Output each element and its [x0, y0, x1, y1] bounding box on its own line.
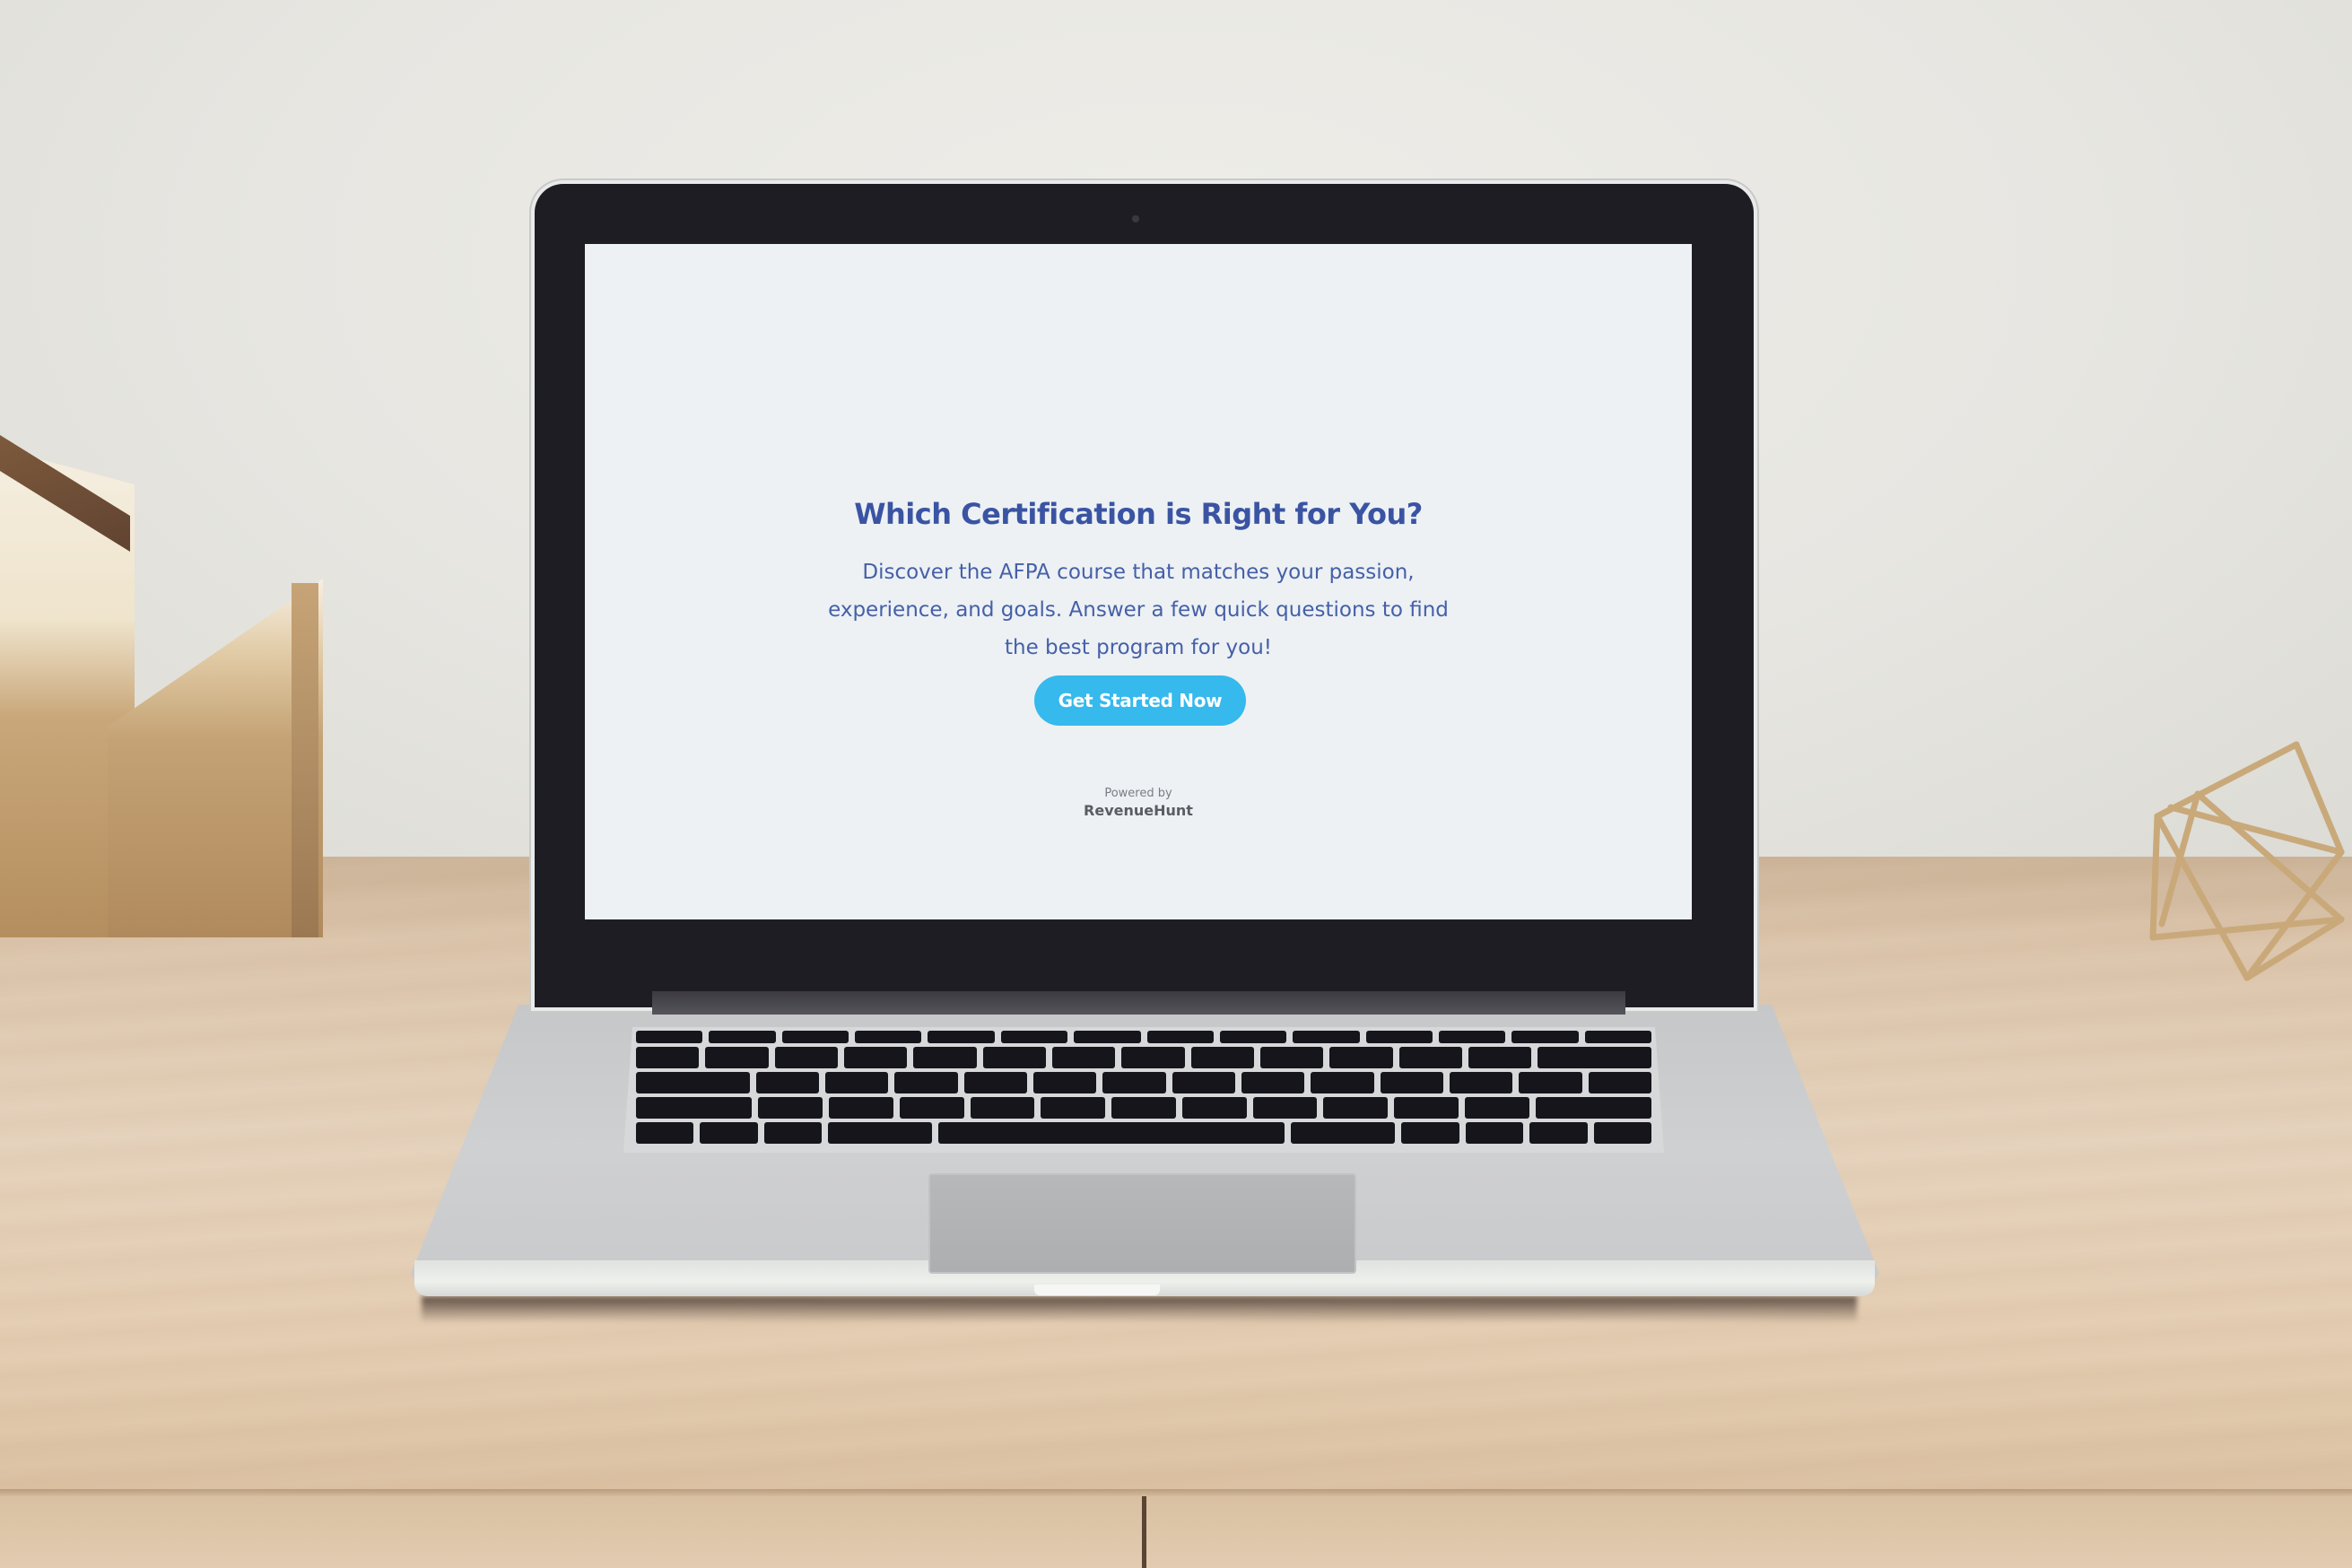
keyboard-qwerty-row — [623, 1072, 1664, 1093]
laptop-shadow — [422, 1296, 1857, 1323]
desk-seam — [1142, 1496, 1146, 1568]
keyboard-bottom-rows — [623, 1122, 1664, 1149]
laptop-lid-notch — [1034, 1285, 1160, 1295]
keyboard-home-row — [623, 1097, 1664, 1119]
geometric-gold-ornament — [2149, 741, 2345, 981]
get-started-button[interactable]: Get Started Now — [1034, 675, 1246, 726]
desk-front-panel — [0, 1496, 2352, 1568]
keyboard-function-row — [623, 1031, 1664, 1043]
quiz-title: Which Certification is Right for You? — [854, 497, 1423, 531]
laptop-keyboard — [623, 1027, 1664, 1153]
keyboard-number-row — [623, 1047, 1664, 1068]
laptop-trackpad — [928, 1173, 1356, 1274]
quiz-landing: Which Certification is Right for You? Di… — [585, 244, 1692, 919]
photo-scene: Which Certification is Right for You? Di… — [0, 0, 2352, 1568]
revenuehunt-link[interactable]: RevenueHunt — [585, 802, 1692, 819]
powered-by-label: Powered by — [1104, 787, 1172, 800]
laptop-hinge — [652, 991, 1625, 1015]
quiz-description: Discover the AFPA course that matches yo… — [828, 561, 1449, 659]
laptop-screen: Which Certification is Right for You? Di… — [585, 244, 1692, 919]
webcam — [1132, 215, 1139, 222]
gold-box-side — [292, 583, 318, 937]
